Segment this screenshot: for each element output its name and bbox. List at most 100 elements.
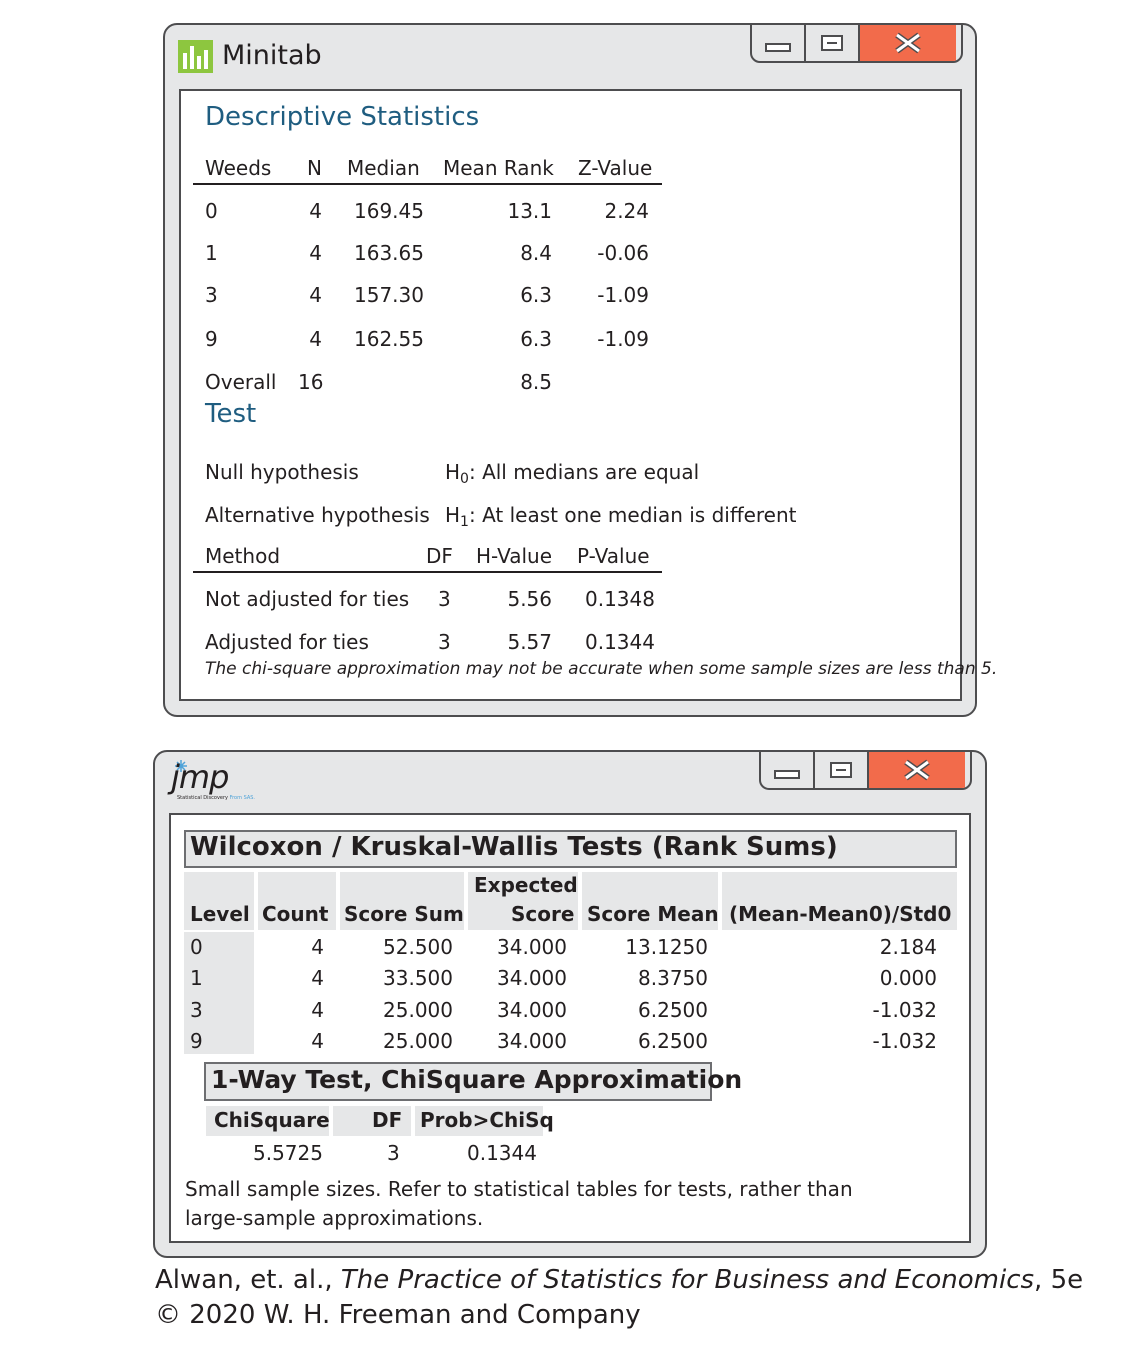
table-cell: 34.000 xyxy=(497,1029,567,1053)
null-hypothesis-value: H0: All medians are equal xyxy=(445,460,700,487)
table-cell: 34.000 xyxy=(497,998,567,1022)
table-cell: -1.09 xyxy=(597,327,649,351)
table-cell: 16 xyxy=(298,370,324,394)
minitab-logo-icon xyxy=(178,40,213,73)
alt-hypothesis-label: Alternative hypothesis xyxy=(205,503,430,527)
table-cell: 3 xyxy=(438,587,451,611)
table-cell: 0.1348 xyxy=(585,587,655,611)
col-header-level: Level xyxy=(190,902,250,926)
col-header-chisquare: ChiSquare xyxy=(214,1108,330,1132)
prob-chisq-value: 0.1344 xyxy=(467,1141,537,1165)
table-cell: 9 xyxy=(190,1029,203,1053)
col-header-weeds: Weeds xyxy=(205,156,272,180)
chi-square-note: The chi-square approximation may not be … xyxy=(205,659,998,679)
header-rule xyxy=(193,571,662,573)
minimize-icon xyxy=(774,769,800,779)
maximize-icon xyxy=(830,762,852,778)
table-cell: 0.1344 xyxy=(585,630,655,654)
table-cell: -1.032 xyxy=(872,998,937,1022)
table-cell: -0.06 xyxy=(597,241,649,265)
col-header-expected-score: Score xyxy=(511,902,575,926)
table-cell: 13.1 xyxy=(507,199,552,223)
table-cell: 25.000 xyxy=(383,1029,453,1053)
col-header-z-value: Z-Value xyxy=(578,156,653,180)
table-cell: 4 xyxy=(311,966,324,990)
table-cell: 1 xyxy=(190,966,203,990)
copyright: © 2020 W. H. Freeman and Company xyxy=(155,1300,641,1330)
small-sample-note-line2: large-sample approximations. xyxy=(185,1206,484,1230)
table-cell: 162.55 xyxy=(354,327,424,351)
minimize-icon xyxy=(765,42,791,52)
test-title: Test xyxy=(205,399,257,429)
chisquare-value: 5.5725 xyxy=(253,1141,323,1165)
close-button[interactable] xyxy=(869,752,965,788)
table-cell: 6.2500 xyxy=(638,1029,708,1053)
col-header-median: Median xyxy=(347,156,420,180)
col-header-mean-rank: Mean Rank xyxy=(443,156,554,180)
col-header-p-value: P-Value xyxy=(577,544,650,568)
table-cell: 157.30 xyxy=(354,283,424,307)
table-cell: 34.000 xyxy=(497,966,567,990)
null-hypothesis-label: Null hypothesis xyxy=(205,460,359,484)
minimize-button[interactable] xyxy=(761,752,815,788)
col-header-h-value: H-Value xyxy=(476,544,553,568)
table-cell: 13.1250 xyxy=(625,935,708,959)
jmp-logo-tagline: Statistical Discovery From SAS. xyxy=(177,795,256,801)
descriptive-stats-title: Descriptive Statistics xyxy=(205,102,480,132)
table-cell: 4 xyxy=(309,199,322,223)
table-cell: Not adjusted for ties xyxy=(205,587,410,611)
table-cell: 6.3 xyxy=(520,327,552,351)
source-credit: Alwan, et. al., The Practice of Statisti… xyxy=(155,1265,1084,1295)
table-cell: 1 xyxy=(205,241,218,265)
col-header-method: Method xyxy=(205,544,281,568)
table-cell: 4 xyxy=(309,327,322,351)
table-cell: 3 xyxy=(205,283,218,307)
table-cell: 4 xyxy=(311,1029,324,1053)
table-cell: 0 xyxy=(190,935,203,959)
jmp-logo: jmp Statistical Discovery From SAS. xyxy=(171,758,271,804)
minimize-button[interactable] xyxy=(752,25,806,61)
oneway-title: 1-Way Test, ChiSquare Approximation xyxy=(211,1065,743,1094)
maximize-icon xyxy=(821,35,843,51)
col-header-expected: Expected xyxy=(474,873,578,897)
table-cell: 0 xyxy=(205,199,218,223)
col-header-std-score: (Mean-Mean0)/Std0 xyxy=(729,902,952,926)
table-cell: 33.500 xyxy=(383,966,453,990)
table-cell: 9 xyxy=(205,327,218,351)
table-cell: 4 xyxy=(311,935,324,959)
header-rule xyxy=(193,183,662,185)
table-cell: Overall xyxy=(205,370,277,394)
table-cell: 52.500 xyxy=(383,935,453,959)
col-header-df: DF xyxy=(426,544,453,568)
table-cell: 4 xyxy=(309,283,322,307)
maximize-button[interactable] xyxy=(815,752,869,788)
close-icon xyxy=(904,759,930,781)
table-cell: 8.5 xyxy=(520,370,552,394)
table-cell: 25.000 xyxy=(383,998,453,1022)
window-controls xyxy=(759,750,972,790)
window-controls xyxy=(750,23,963,63)
close-button[interactable] xyxy=(860,25,956,61)
maximize-button[interactable] xyxy=(806,25,860,61)
table-cell: 2.24 xyxy=(604,199,649,223)
table-cell: -1.032 xyxy=(872,1029,937,1053)
table-cell: 8.3750 xyxy=(638,966,708,990)
table-cell: Adjusted for ties xyxy=(205,630,369,654)
df-value: 3 xyxy=(387,1141,400,1165)
table-cell: 4 xyxy=(309,241,322,265)
col-header-prob-chisq: Prob>ChiSq xyxy=(420,1108,554,1132)
table-cell: 3 xyxy=(438,630,451,654)
alt-hypothesis-value: H1: At least one median is different xyxy=(445,503,797,530)
table-cell: 2.184 xyxy=(879,935,937,959)
jmp-logo-text: jmp xyxy=(171,758,229,796)
small-sample-note-line1: Small sample sizes. Refer to statistical… xyxy=(185,1177,853,1201)
table-cell: 34.000 xyxy=(497,935,567,959)
col-header-score-mean: Score Mean xyxy=(587,902,719,926)
col-header-n: N xyxy=(307,156,322,180)
close-icon xyxy=(895,32,921,54)
wilcoxon-title: Wilcoxon / Kruskal-Wallis Tests (Rank Su… xyxy=(190,832,838,862)
table-cell: 163.65 xyxy=(354,241,424,265)
table-cell: 6.2500 xyxy=(638,998,708,1022)
col-header-count: Count xyxy=(262,902,329,926)
table-cell: 5.56 xyxy=(507,587,552,611)
